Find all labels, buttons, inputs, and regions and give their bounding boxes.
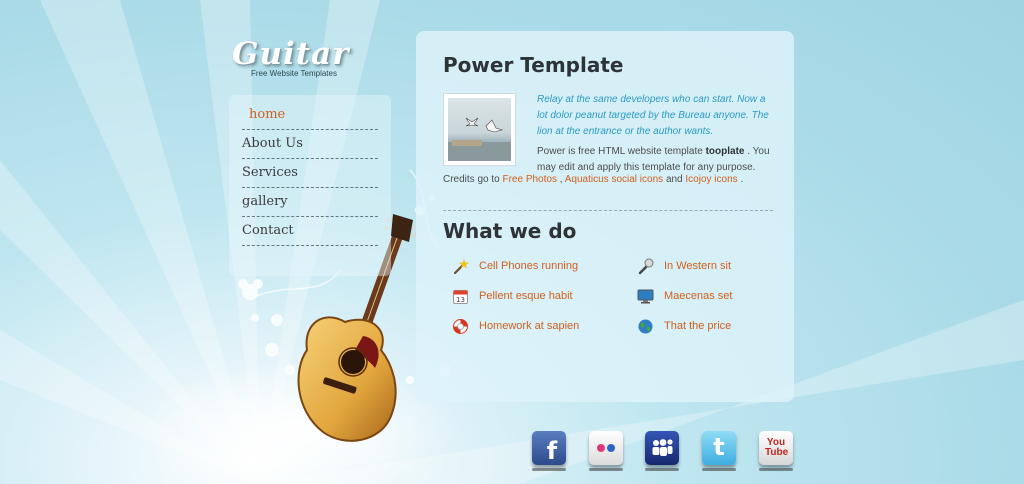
twitter-icon: t bbox=[713, 433, 725, 461]
credits-end: . bbox=[740, 174, 744, 185]
section-divider bbox=[443, 210, 773, 211]
svg-text:13: 13 bbox=[456, 296, 465, 304]
service-item-homework[interactable]: Homework at sapien bbox=[452, 316, 579, 336]
nav-item-about-us[interactable]: About Us bbox=[242, 130, 378, 159]
page-title: Power Template bbox=[443, 53, 624, 77]
aquaticus-icons-link[interactable]: Aquaticus social icons bbox=[565, 174, 663, 185]
flickr-icon bbox=[597, 444, 615, 452]
service-label: Pellent esque habit bbox=[479, 290, 573, 302]
tooplate-name: tooplate bbox=[705, 146, 745, 157]
logo-title: Guitar bbox=[232, 36, 350, 72]
service-item-pellent[interactable]: 13 Pellent esque habit bbox=[452, 286, 573, 306]
youtube-icon: You Tube bbox=[765, 437, 789, 458]
credits-line: Credits go to Free Photos , Aquaticus so… bbox=[443, 172, 773, 188]
nav-item-contact[interactable]: Contact bbox=[242, 217, 378, 246]
microphone-icon bbox=[638, 258, 654, 274]
credits-separator-comma: , bbox=[559, 174, 563, 185]
free-photos-link[interactable]: Free Photos bbox=[502, 174, 556, 185]
content-panel: Power Template Relay at the same develop… bbox=[416, 31, 794, 402]
nav-item-home[interactable]: home bbox=[242, 101, 378, 130]
calendar-icon: 13 bbox=[453, 289, 468, 304]
globe-icon bbox=[638, 319, 653, 333]
site-logo[interactable]: Guitar Free Website Templates bbox=[232, 36, 350, 78]
flickr-button[interactable] bbox=[589, 431, 623, 471]
sidebar-nav: home About Us Services gallery Contact bbox=[229, 95, 391, 276]
credits-separator-and: and bbox=[665, 174, 683, 185]
monitor-icon bbox=[637, 289, 654, 303]
credits-prefix: Credits go to bbox=[443, 174, 500, 185]
service-label: Cell Phones running bbox=[479, 260, 579, 272]
twitter-button[interactable]: t bbox=[702, 431, 736, 471]
youtube-button[interactable]: You Tube bbox=[759, 431, 793, 471]
magic-wand-icon bbox=[453, 258, 469, 274]
service-label: In Western sit bbox=[664, 260, 732, 272]
service-item-maecenas[interactable]: Maecenas set bbox=[637, 286, 732, 306]
service-item-cell-phones[interactable]: Cell Phones running bbox=[452, 256, 578, 276]
service-label: That the price bbox=[664, 320, 732, 332]
nav-item-gallery[interactable]: gallery bbox=[242, 188, 378, 217]
myspace-button[interactable] bbox=[645, 431, 679, 471]
myspace-icon bbox=[652, 439, 673, 456]
facebook-icon: f bbox=[546, 437, 558, 465]
description-prefix: Power is free HTML website template bbox=[537, 146, 703, 157]
nav-item-services[interactable]: Services bbox=[242, 159, 378, 188]
services-title: What we do bbox=[443, 219, 577, 243]
service-label: Maecenas set bbox=[664, 290, 733, 302]
logo-subtitle: Free Website Templates bbox=[251, 69, 337, 78]
facebook-button[interactable]: f bbox=[532, 431, 566, 471]
service-item-western[interactable]: In Western sit bbox=[637, 256, 731, 276]
service-item-price[interactable]: That the price bbox=[637, 316, 731, 336]
lifebuoy-icon bbox=[453, 318, 468, 334]
intro-text: Relay at the same developers who can sta… bbox=[537, 94, 769, 137]
service-label: Homework at sapien bbox=[479, 320, 580, 332]
icojoy-icons-link[interactable]: Icojoy icons bbox=[685, 174, 737, 185]
seagull-photo bbox=[443, 93, 516, 166]
